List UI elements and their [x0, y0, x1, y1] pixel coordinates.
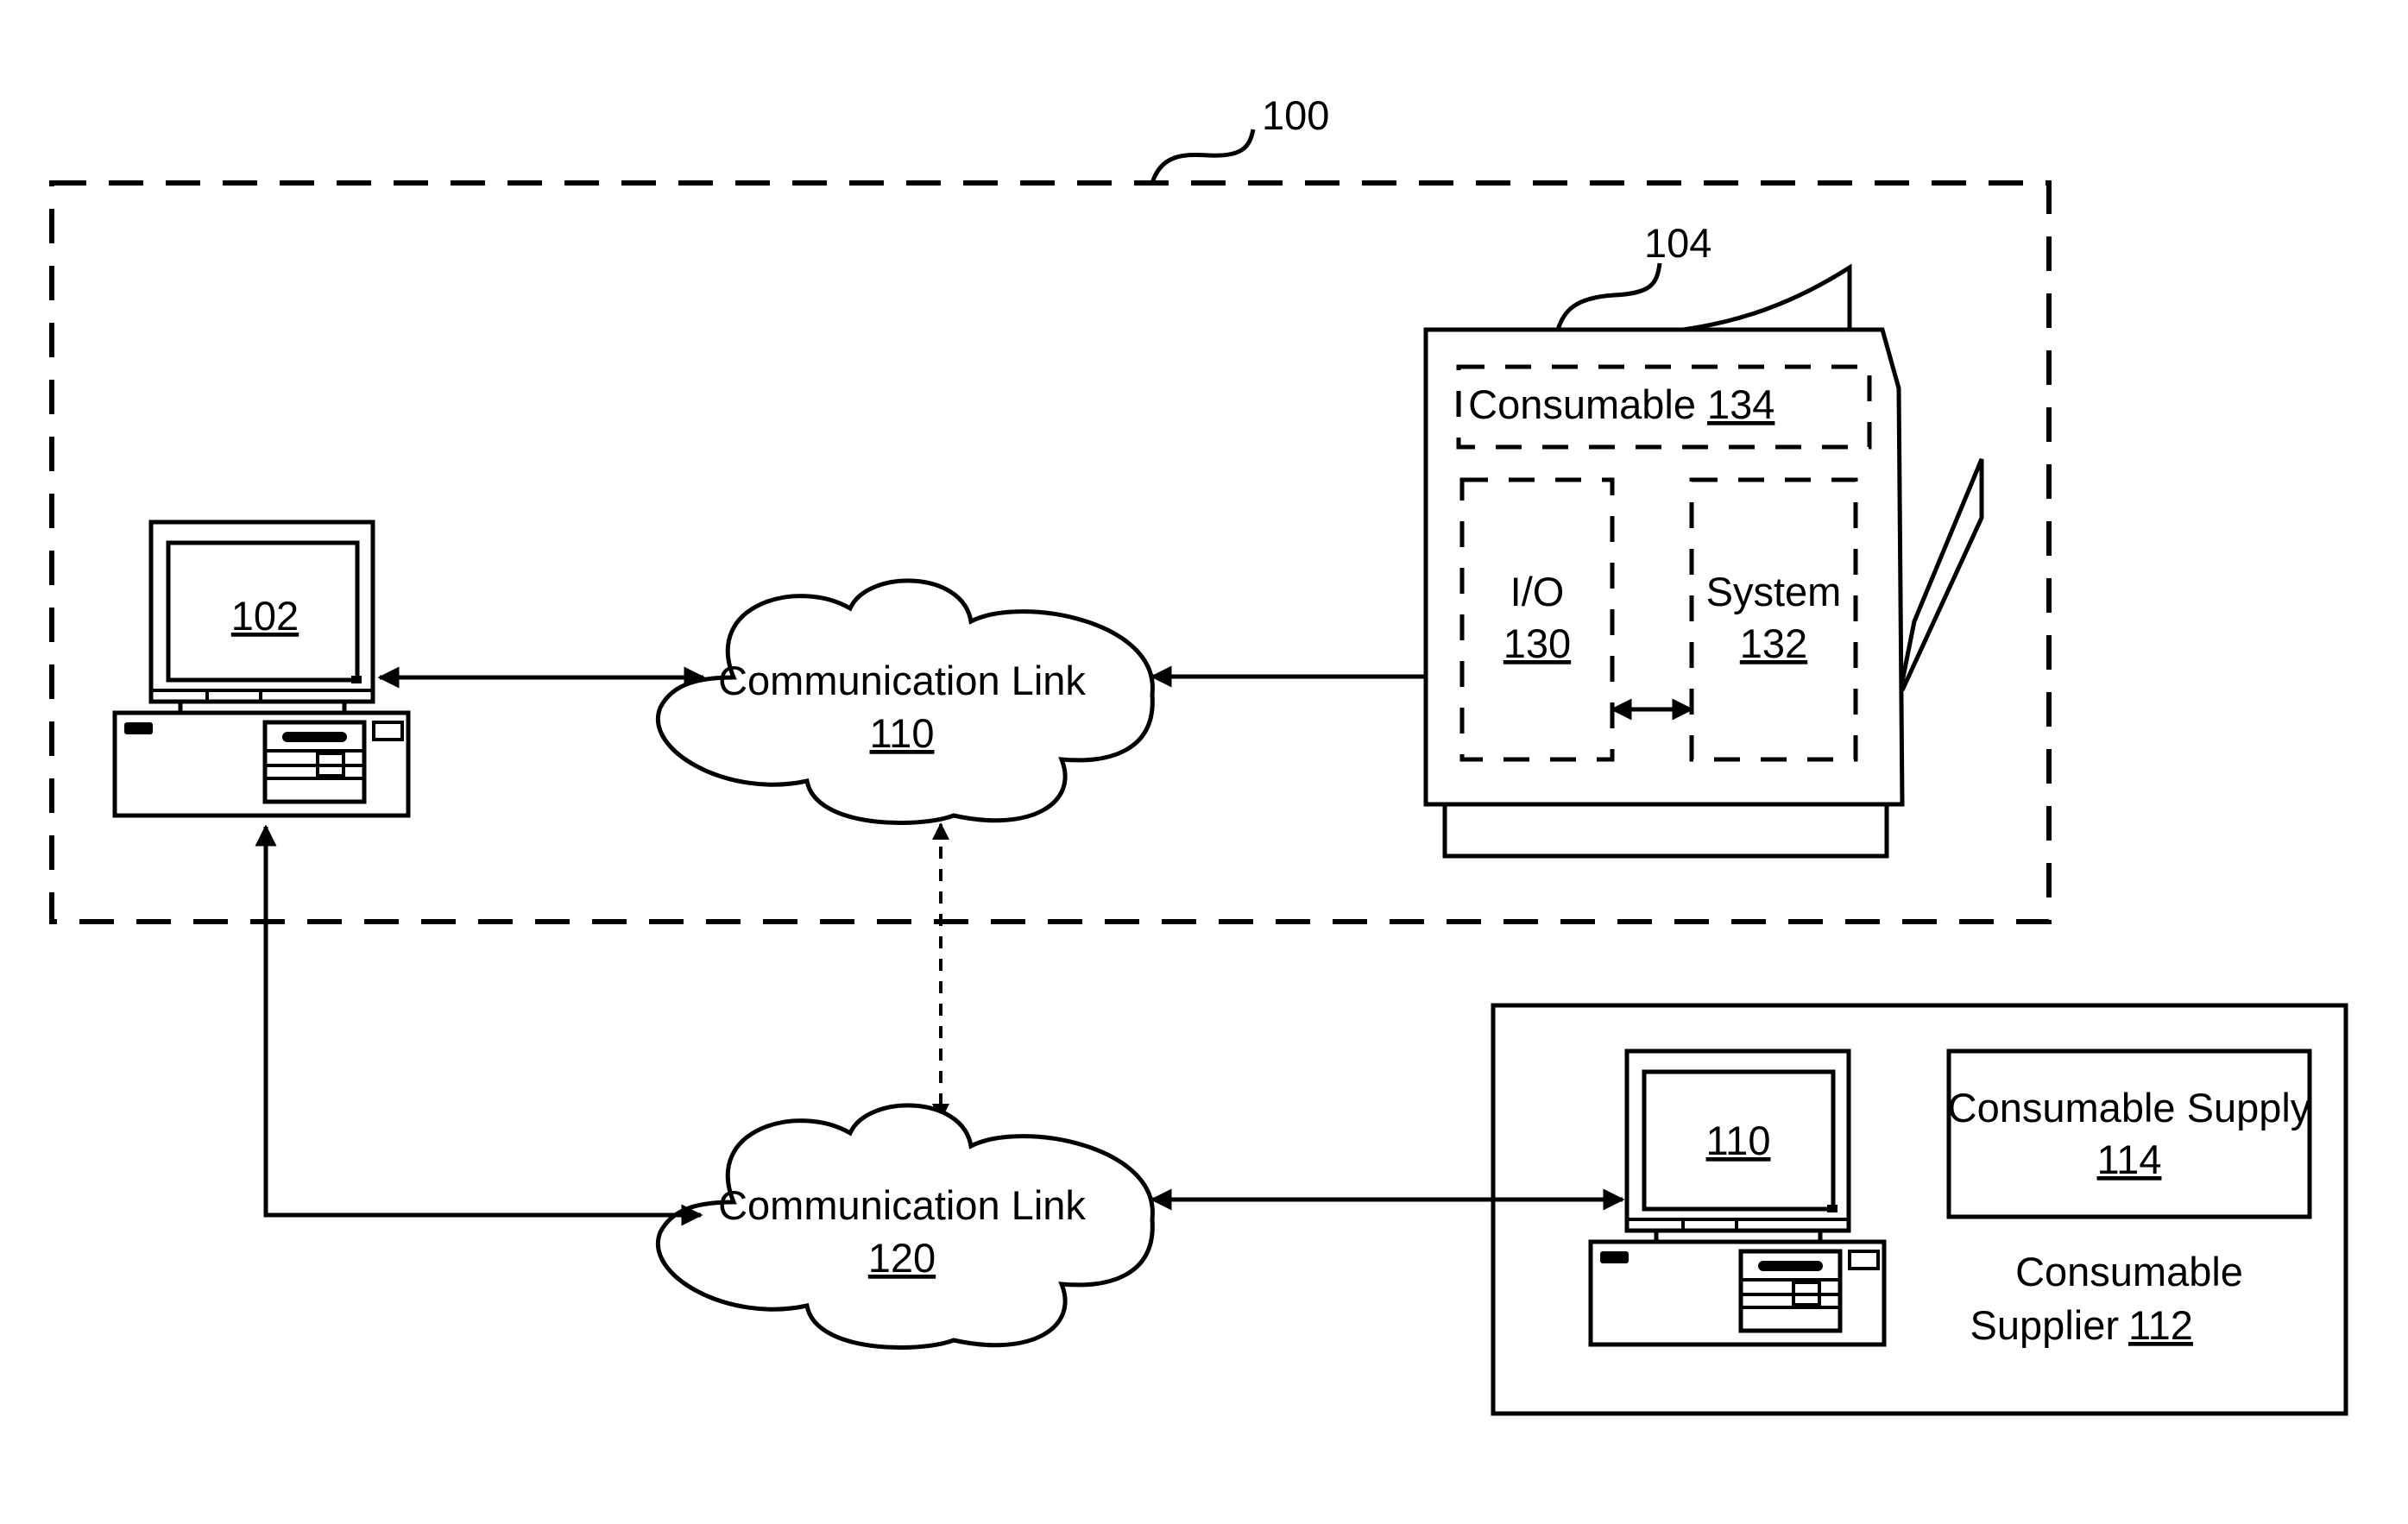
consumable-supply-ref: 114 — [2097, 1137, 2162, 1182]
printer-104-icon[interactable] — [1423, 262, 1984, 859]
system-ref-label: 100 — [1262, 92, 1329, 138]
case-badge — [124, 722, 153, 734]
printer-output-tray — [1900, 458, 1984, 692]
system-diagram: 100 102 Communication Link 110 104 Consu… — [49, 92, 2348, 1416]
printer-base — [1442, 802, 1889, 859]
link-120-ref: 120 — [868, 1235, 936, 1281]
consumable-supply-label: Consumable Supply — [1948, 1085, 2311, 1130]
consumable-supply-114-box[interactable] — [1946, 1049, 2312, 1219]
supplier-computer-ref: 110 — [1706, 1118, 1771, 1163]
case-badge — [1600, 1251, 1629, 1263]
link-120-label: Communication Link — [718, 1182, 1086, 1228]
printer-paper-sheet — [1682, 263, 1852, 332]
consumable-134-label: Consumable — [1468, 381, 1696, 427]
supplier-label-line2: Supplier — [1970, 1302, 2119, 1348]
link-110-label: Communication Link — [718, 658, 1086, 703]
arrow-computer-to-link-120 — [255, 824, 703, 1226]
printer-ref-label: 104 — [1644, 220, 1711, 266]
computer-102-ref: 102 — [231, 593, 299, 639]
consumable-134-ref: 134 — [1707, 381, 1774, 427]
power-led — [1827, 1205, 1838, 1212]
disk-slot — [282, 732, 347, 742]
system-leader-line — [1150, 129, 1256, 184]
link-110-ref: 110 — [870, 710, 935, 756]
power-led — [351, 676, 362, 683]
computer-110-icon[interactable] — [1588, 1049, 1887, 1347]
system-132-ref: 132 — [1740, 620, 1807, 666]
supplier-ref: 112 — [2128, 1302, 2193, 1348]
supplier-112-box[interactable] — [1491, 1003, 2348, 1416]
supplier-label-line1: Consumable — [2015, 1249, 2243, 1294]
printer-leader-line — [1555, 262, 1662, 331]
io-130-label: I/O — [1510, 569, 1565, 614]
disk-slot — [1758, 1261, 1823, 1271]
computer-102-icon[interactable] — [112, 520, 411, 818]
io-130-ref: 130 — [1503, 620, 1571, 666]
system-132-label: System — [1706, 569, 1842, 614]
